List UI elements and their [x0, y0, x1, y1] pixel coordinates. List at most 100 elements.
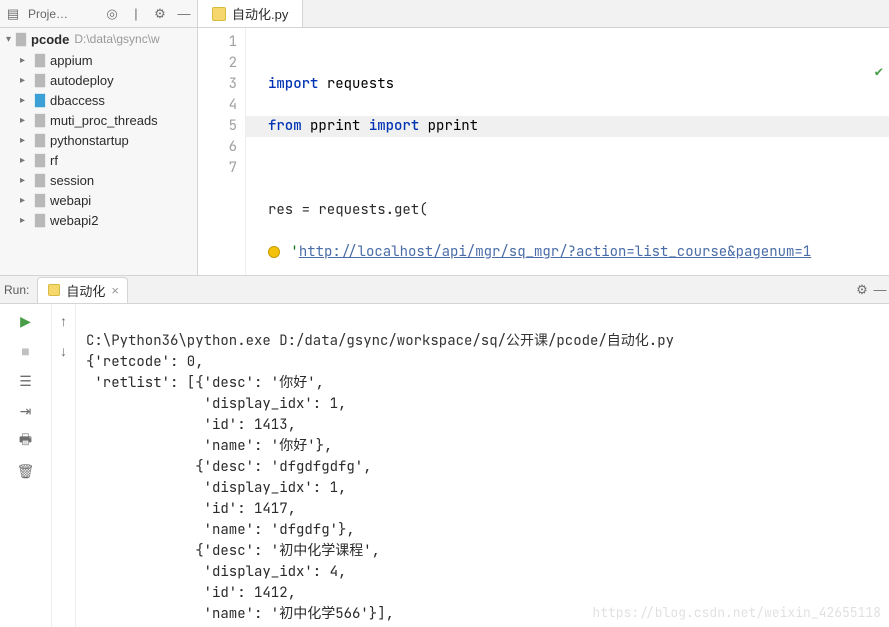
chevron-right-icon: ▸ — [20, 215, 30, 226]
run-header: Run: 自动化 × ⚙ — — [0, 276, 889, 304]
run-label: Run: — [4, 283, 37, 297]
project-root[interactable]: ▾ ▇ pcode D:\data\gsync\w — [0, 28, 197, 50]
chevron-right-icon: ▸ — [20, 135, 30, 146]
folder-icon: ▇ — [16, 31, 26, 47]
lightbulb-icon[interactable] — [268, 246, 280, 258]
chevron-right-icon: ▸ — [20, 55, 30, 66]
project-sidebar: ▤ Proje… ◎ | ⚙ — ▾ ▇ pcode D:\data\gsync… — [0, 0, 198, 275]
editor-body[interactable]: ✔ 1234567 import requests from pprint im… — [198, 28, 889, 275]
console-text: {'retcode': 0, 'retlist': [{'desc': '你好'… — [86, 353, 394, 627]
folder-label: webapi — [50, 193, 91, 208]
tree-folder[interactable]: ▸ ▇ webapi2 — [0, 210, 197, 230]
rerun-icon[interactable]: ▶ — [15, 310, 37, 332]
python-file-icon — [212, 7, 226, 21]
trash-icon[interactable]: 🗑 — [15, 460, 37, 482]
folder-label: dbaccess — [50, 93, 105, 108]
softwrap-icon[interactable]: ⇥ — [15, 400, 37, 422]
project-tool-icon[interactable]: ▤ — [4, 5, 22, 23]
folder-label: pythonstartup — [50, 133, 129, 148]
editor-tab[interactable]: 自动化.py — [198, 0, 303, 27]
gear-icon[interactable]: ⚙ — [853, 281, 871, 299]
chevron-right-icon: ▸ — [20, 155, 30, 166]
folder-icon: ▇ — [35, 132, 45, 148]
run-tab-label: 自动化 — [66, 281, 105, 300]
up-arrow-icon[interactable]: ↑ — [53, 310, 75, 332]
tree-folder[interactable]: ▸ ▇ appium — [0, 50, 197, 70]
tree-folder[interactable]: ▸ ▇ muti_proc_threads — [0, 110, 197, 130]
folder-icon: ▇ — [35, 172, 45, 188]
line-number: 6 — [198, 137, 237, 158]
folder-label: webapi2 — [50, 213, 98, 228]
line-gutter: 1234567 — [198, 28, 246, 275]
chevron-right-icon: ▸ — [20, 95, 30, 106]
chevron-right-icon: ▸ — [20, 175, 30, 186]
line-number: 5 — [198, 116, 237, 137]
line-number: 3 — [198, 74, 237, 95]
folder-icon: ▇ — [35, 112, 45, 128]
line-number: 7 — [198, 158, 237, 179]
folder-label: muti_proc_threads — [50, 113, 158, 128]
close-icon[interactable]: × — [111, 283, 119, 298]
project-path: D:\data\gsync\w — [74, 32, 159, 46]
code-l4: res = requests.get( — [268, 201, 428, 219]
tree-folder[interactable]: ▸ ▇ webapi — [0, 190, 197, 210]
run-tab[interactable]: 自动化 × — [37, 277, 128, 303]
line-number: 2 — [198, 53, 237, 74]
run-panel: Run: 自动化 × ⚙ — ▶ ■ ☰ ⇥ 🖶 🗑 ↑ ↓ — [0, 276, 889, 627]
editor-tab-bar: 自动化.py — [198, 0, 889, 28]
code-area[interactable]: import requests from pprint import pprin… — [246, 28, 889, 275]
folder-icon: ▇ — [35, 72, 45, 88]
run-toolbar-left: ▶ ■ ☰ ⇥ 🖶 🗑 — [0, 304, 52, 627]
console-output[interactable]: C:\Python36\python.exe D:/data/gsync/wor… — [76, 304, 889, 627]
down-arrow-icon[interactable]: ↓ — [53, 340, 75, 362]
name-pprint: pprint — [428, 117, 478, 135]
folder-label: appium — [50, 53, 93, 68]
mod-pprint: pprint — [310, 117, 360, 135]
sidebar-header: ▤ Proje… ◎ | ⚙ — — [0, 0, 197, 28]
tree-folder[interactable]: ▸ ▇ dbaccess — [0, 90, 197, 110]
run-toolbar-mid: ↑ ↓ — [52, 304, 76, 627]
print-icon[interactable]: 🖶 — [15, 430, 37, 452]
tab-label: 自动化.py — [232, 4, 288, 23]
layout-icon[interactable]: ☰ — [15, 370, 37, 392]
divider-icon: | — [127, 5, 145, 23]
line-number: 4 — [198, 95, 237, 116]
stop-icon[interactable]: ■ — [15, 340, 37, 362]
folder-icon: ▇ — [35, 152, 45, 168]
tree-folder[interactable]: ▸ ▇ rf — [0, 150, 197, 170]
chevron-right-icon: ▸ — [20, 75, 30, 86]
folder-icon: ▇ — [35, 52, 45, 68]
top-split: ▤ Proje… ◎ | ⚙ — ▾ ▇ pcode D:\data\gsync… — [0, 0, 889, 276]
python-run-icon — [48, 284, 60, 296]
folder-label: autodeploy — [50, 73, 114, 88]
tree-folder[interactable]: ▸ ▇ pythonstartup — [0, 130, 197, 150]
mod-requests: requests — [327, 75, 394, 93]
folder-label: rf — [50, 153, 58, 168]
gear-icon[interactable]: ⚙ — [151, 5, 169, 23]
folder-label: session — [50, 173, 94, 188]
run-body: ▶ ■ ☰ ⇥ 🖶 🗑 ↑ ↓ C:\Python36\python.exe D… — [0, 304, 889, 627]
kw-import2: import — [369, 117, 419, 135]
editor-pane: 自动化.py ✔ 1234567 import requests from pp… — [198, 0, 889, 275]
console-command: C:\Python36\python.exe D:/data/gsync/wor… — [86, 332, 674, 350]
tree-folder[interactable]: ▸ ▇ session — [0, 170, 197, 190]
kw-import: import — [268, 75, 318, 93]
kw-from: from — [268, 117, 302, 135]
tree-folder[interactable]: ▸ ▇ autodeploy — [0, 70, 197, 90]
chevron-right-icon: ▸ — [20, 195, 30, 206]
url-string: http://localhost/api/mgr/sq_mgr/?action=… — [299, 243, 811, 261]
folder-icon: ▇ — [35, 192, 45, 208]
minimize-icon[interactable]: — — [871, 281, 889, 299]
sidebar-title: Proje… — [28, 7, 97, 21]
minimize-icon[interactable]: — — [175, 5, 193, 23]
chevron-right-icon: ▸ — [20, 115, 30, 126]
watermark: https://blog.csdn.net/weixin_42655118 — [592, 602, 881, 623]
project-name: pcode — [31, 32, 69, 47]
pycharm-ide: ▤ Proje… ◎ | ⚙ — ▾ ▇ pcode D:\data\gsync… — [0, 0, 889, 627]
chevron-down-icon: ▾ — [6, 34, 11, 45]
target-icon[interactable]: ◎ — [103, 5, 121, 23]
folder-icon: ▇ — [35, 92, 45, 108]
project-tree: ▸ ▇ appium ▸ ▇ autodeploy ▸ ▇ dbaccess ▸ ▇ muti_pro… — [0, 50, 197, 275]
folder-icon: ▇ — [35, 212, 45, 228]
line-number: 1 — [198, 32, 237, 53]
